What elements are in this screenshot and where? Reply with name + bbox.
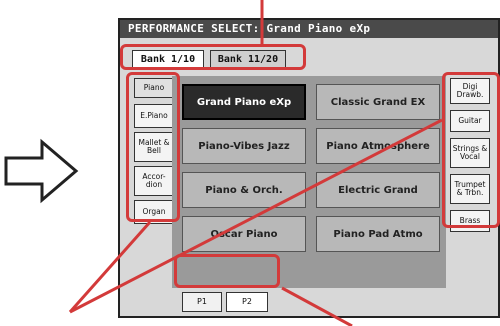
performance-button[interactable]: Piano & Orch. (182, 172, 306, 208)
page-buttons-highlight (174, 254, 280, 288)
right-groups-highlight (442, 72, 500, 228)
performance-button[interactable]: Piano-Vibes Jazz (182, 128, 306, 164)
performance-button[interactable]: Piano Atmosphere (316, 128, 440, 164)
performance-button[interactable]: Electric Grand (316, 172, 440, 208)
performance-button[interactable]: Piano Pad Atmo (316, 216, 440, 252)
bank-tabs-highlight (120, 44, 306, 70)
page-title: PERFORMANCE SELECT: Grand Piano eXp (120, 20, 498, 38)
performance-button[interactable]: Classic Grand EX (316, 84, 440, 120)
left-groups-highlight (126, 72, 180, 222)
performance-button[interactable]: Oscar Piano (182, 216, 306, 252)
page-button-p1[interactable]: P1 (182, 292, 222, 312)
outlined-right-arrow-icon (4, 138, 79, 204)
page-button-p2[interactable]: P2 (226, 292, 268, 312)
performance-button[interactable]: Grand Piano eXp (182, 84, 306, 120)
